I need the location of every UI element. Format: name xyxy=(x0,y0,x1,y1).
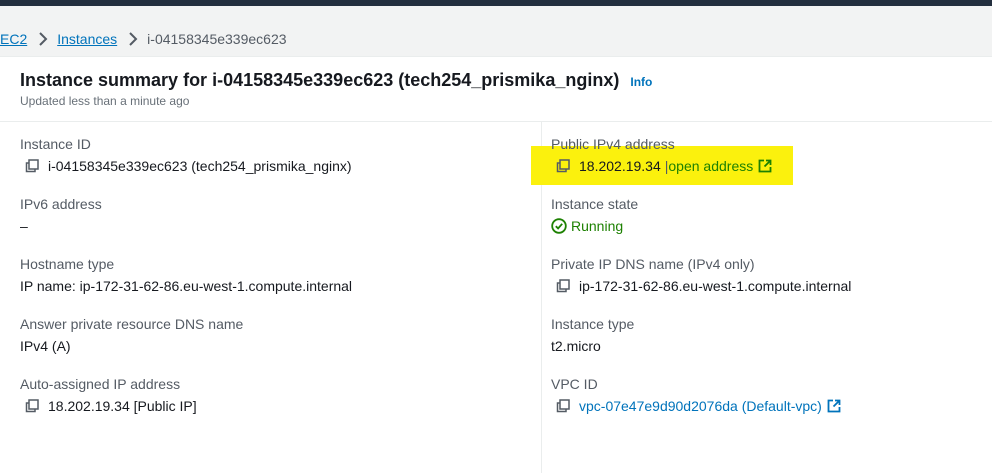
updated-timestamp: Updated less than a minute ago xyxy=(20,94,190,108)
vpc-id-value-row: vpc-07e47e9d90d2076da (Default-vpc) xyxy=(551,398,841,414)
auto-assigned-ip-value-row: 18.202.19.34 [Public IP] xyxy=(20,398,197,414)
hostname-type-value: IP name: ip-172-31-62-86.eu-west-1.compu… xyxy=(20,278,353,294)
field-instance-id: Instance ID i-04158345e339ec623 (tech254… xyxy=(20,136,352,174)
instance-id-value-row: i-04158345e339ec623 (tech254_prismika_ng… xyxy=(20,158,352,174)
info-link[interactable]: Info xyxy=(630,75,652,89)
field-ipv6: IPv6 address – xyxy=(20,196,102,234)
chevron-right-icon xyxy=(128,32,138,46)
breadcrumb-ec2-link[interactable]: EC2 xyxy=(0,31,27,47)
field-vpc-id: VPC ID vpc-07e47e9d90d2076da (Default-vp… xyxy=(551,376,841,414)
instance-state-value-row: Running xyxy=(551,218,638,234)
field-public-ipv4: Public IPv4 address 18.202.19.34 | open … xyxy=(551,136,772,174)
hostname-type-label: Hostname type xyxy=(20,256,115,272)
private-dns-label: Private IP DNS name (IPv4 only) xyxy=(551,256,755,272)
field-private-dns: Private IP DNS name (IPv4 only) ip-172-3… xyxy=(551,256,851,294)
check-circle-icon xyxy=(551,218,567,234)
copy-icon[interactable] xyxy=(25,159,39,173)
instance-id-label: Instance ID xyxy=(20,136,91,152)
field-hostname-type: Hostname type IP name: ip-172-31-62-86.e… xyxy=(20,256,352,294)
public-ipv4-value-row: 18.202.19.34 | open address xyxy=(551,158,772,174)
answer-dns-value: IPv4 (A) xyxy=(20,338,71,354)
field-auto-assigned-ip: Auto-assigned IP address 18.202.19.34 [P… xyxy=(20,376,197,414)
copy-icon[interactable] xyxy=(556,279,570,293)
summary-title-text: Instance summary for i-04158345e339ec623… xyxy=(20,70,620,90)
instance-type-value: t2.micro xyxy=(551,338,601,354)
instance-state-label: Instance state xyxy=(551,196,639,212)
breadcrumb-current-instance: i-04158345e339ec623 xyxy=(147,31,287,47)
external-link-icon[interactable] xyxy=(758,159,772,173)
field-instance-state: Instance state Running xyxy=(551,196,638,234)
chevron-right-icon xyxy=(38,32,48,46)
private-dns-value: ip-172-31-62-86.eu-west-1.compute.intern… xyxy=(579,278,852,294)
breadcrumb: EC2 Instances i-04158345e339ec623 xyxy=(0,25,287,53)
public-ipv4-value: 18.202.19.34 xyxy=(579,158,661,174)
auto-assigned-ip-label: Auto-assigned IP address xyxy=(20,376,181,392)
public-ipv4-label: Public IPv4 address xyxy=(551,136,675,152)
instance-id-value: i-04158345e339ec623 (tech254_prismika_ng… xyxy=(48,158,352,174)
open-address-link[interactable]: open address xyxy=(668,158,753,174)
breadcrumb-instances-link[interactable]: Instances xyxy=(57,31,117,47)
copy-icon[interactable] xyxy=(556,159,570,173)
answer-dns-label: Answer private resource DNS name xyxy=(20,316,244,332)
ipv6-value: – xyxy=(20,218,28,234)
field-instance-type: Instance type t2.micro xyxy=(551,316,634,354)
ipv6-label: IPv6 address xyxy=(20,196,102,212)
external-link-icon[interactable] xyxy=(827,399,841,413)
vpc-id-link[interactable]: vpc-07e47e9d90d2076da (Default-vpc) xyxy=(579,398,822,414)
panel-header: Instance summary for i-04158345e339ec623… xyxy=(0,57,992,122)
copy-icon[interactable] xyxy=(25,399,39,413)
instance-type-label: Instance type xyxy=(551,316,635,332)
page-title: Instance summary for i-04158345e339ec623… xyxy=(20,70,652,91)
instance-state-value: Running xyxy=(571,218,624,234)
vpc-id-label: VPC ID xyxy=(551,376,598,392)
auto-assigned-ip-value: 18.202.19.34 [Public IP] xyxy=(48,398,197,414)
field-answer-dns: Answer private resource DNS name IPv4 (A… xyxy=(20,316,243,354)
private-dns-value-row: ip-172-31-62-86.eu-west-1.compute.intern… xyxy=(551,278,851,294)
copy-icon[interactable] xyxy=(556,399,570,413)
breadcrumb-area: EC2 Instances i-04158345e339ec623 xyxy=(0,6,992,56)
